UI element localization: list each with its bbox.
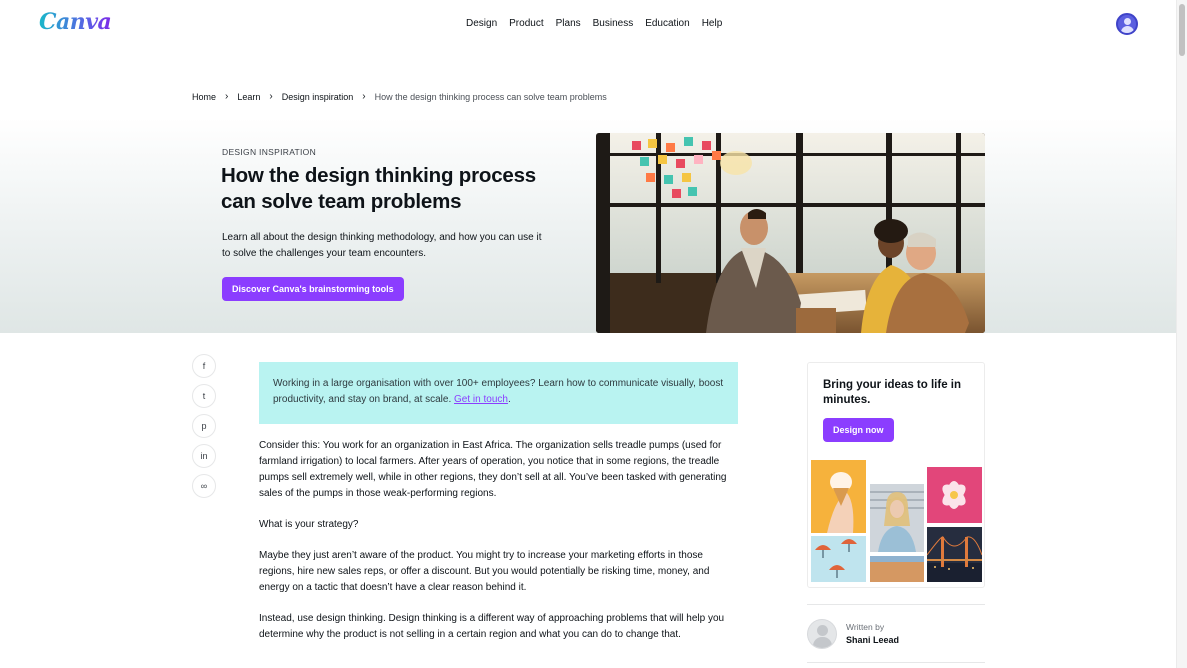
written-by-label: Written by	[846, 622, 885, 632]
author-avatar	[807, 619, 837, 649]
author-name[interactable]: Shani Leead	[846, 635, 899, 645]
breadcrumb-learn[interactable]: Learn	[237, 92, 260, 102]
enterprise-callout: Working in a large organisation with ove…	[259, 362, 738, 424]
breadcrumb-design-inspiration[interactable]: Design inspiration	[282, 92, 354, 102]
nav-item-help[interactable]: Help	[702, 18, 723, 29]
main-nav: Design Product Plans Business Education …	[460, 18, 728, 29]
breadcrumb-home[interactable]: Home	[192, 92, 216, 102]
promo-image-woman	[870, 484, 924, 552]
nav-item-design[interactable]: Design	[466, 18, 497, 29]
pinterest-icon[interactable]: p	[192, 414, 216, 438]
promo-image-umbrellas	[811, 536, 866, 582]
nav-item-plans[interactable]: Plans	[556, 18, 581, 29]
link-icon[interactable]: ∞	[192, 474, 216, 498]
scrollbar-thumb[interactable]	[1179, 4, 1185, 56]
get-in-touch-link[interactable]: Get in touch	[454, 394, 508, 405]
brainstorming-tools-button[interactable]: Discover Canva's brainstorming tools	[222, 277, 404, 301]
user-avatar-icon[interactable]	[1116, 13, 1138, 35]
callout-period: .	[507, 394, 511, 405]
author-divider	[807, 604, 985, 605]
site-header: Canva Design Product Plans Business Educ…	[0, 0, 1176, 50]
article-paragraph: Consider this: You work for an organizat…	[259, 440, 727, 499]
canva-logo[interactable]: Canva	[39, 9, 112, 35]
hero-image	[596, 133, 985, 333]
article-body: Consider this: You work for an organizat…	[259, 438, 739, 658]
promo-card: Bring your ideas to life in minutes. Des…	[807, 362, 985, 588]
breadcrumb-current: How the design thinking process can solv…	[374, 91, 607, 102]
promo-image-icecream	[811, 460, 866, 533]
page-title: How the design thinking process can solv…	[221, 164, 537, 213]
article-paragraph: Maybe they just aren’t aware of the prod…	[259, 550, 710, 593]
linkedin-icon[interactable]: in	[192, 444, 216, 468]
promo-image-bridge	[927, 527, 982, 582]
nav-item-product[interactable]: Product	[509, 18, 543, 29]
promo-image-fabric	[870, 556, 924, 582]
author-divider-bottom	[807, 662, 985, 663]
article-paragraph: Instead, use design thinking. Design thi…	[259, 613, 725, 640]
twitter-icon[interactable]: t	[192, 384, 216, 408]
article-paragraph: What is your strategy?	[259, 519, 359, 530]
promo-title: Bring your ideas to life in minutes.	[823, 379, 962, 406]
chevron-right-icon: ›	[225, 91, 229, 102]
hero-description: Learn all about the design thinking meth…	[222, 232, 542, 259]
promo-image-lotus	[927, 467, 982, 523]
chevron-right-icon: ›	[269, 91, 273, 102]
chevron-right-icon: ›	[362, 91, 366, 102]
share-sidebar: f t p in ∞	[192, 354, 216, 504]
hero-eyebrow: DESIGN INSPIRATION	[222, 147, 317, 157]
facebook-icon[interactable]: f	[192, 354, 216, 378]
nav-item-education[interactable]: Education	[645, 18, 689, 29]
nav-item-business[interactable]: Business	[593, 18, 634, 29]
page-scrollbar[interactable]	[1176, 0, 1187, 668]
design-now-button[interactable]: Design now	[823, 418, 894, 442]
hero-section	[0, 118, 1176, 333]
breadcrumb: Home › Learn › Design inspiration › How …	[192, 91, 607, 102]
